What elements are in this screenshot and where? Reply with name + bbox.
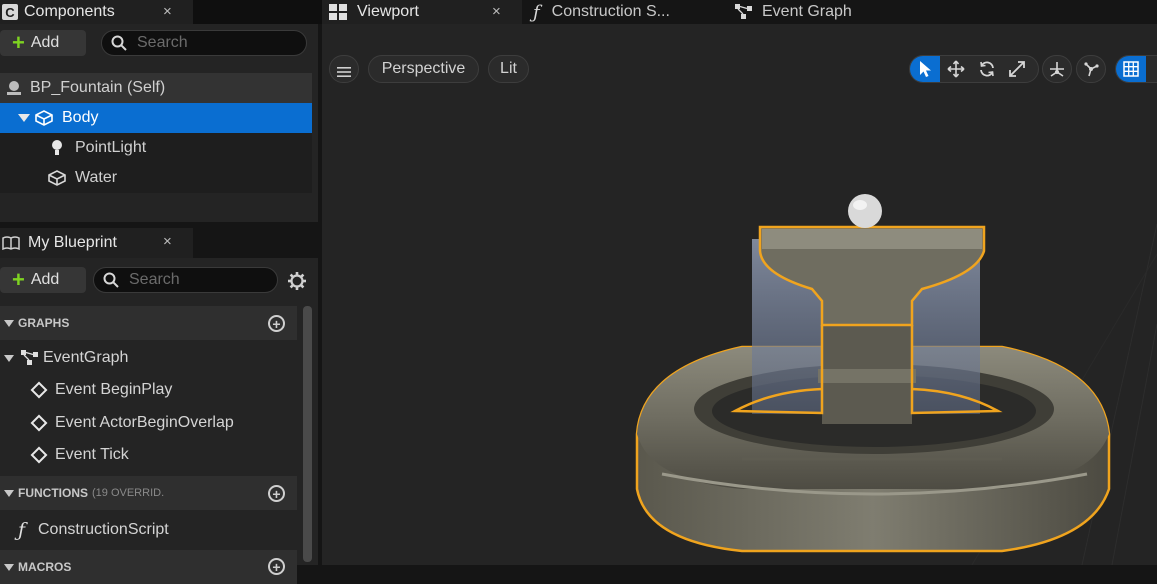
my-blueprint-tab-title: My Blueprint xyxy=(28,234,117,251)
event-label: Event BeginPlay xyxy=(55,381,173,398)
my-blueprint-tab-close-icon[interactable]: × xyxy=(163,233,172,250)
components-search-placeholder: Search xyxy=(137,34,188,51)
gear-icon[interactable] xyxy=(287,271,307,291)
function-icon: ƒ xyxy=(18,519,26,541)
components-tab-icon: C xyxy=(2,4,18,20)
event-diamond-icon xyxy=(30,446,48,464)
components-panel: + Add Search BP_Fountain (Self) Body Poi… xyxy=(0,24,318,222)
components-add-button[interactable]: + Add xyxy=(0,30,86,56)
graphs-section-header[interactable]: GRAPHS xyxy=(0,306,297,340)
book-icon xyxy=(2,236,20,251)
tab-construction-script[interactable]: ƒ Construction S... xyxy=(527,0,727,24)
add-function-icon[interactable]: + xyxy=(268,485,285,502)
blueprint-add-label: Add xyxy=(30,271,60,288)
blueprint-scrollbar[interactable] xyxy=(303,306,312,562)
translate-icon[interactable] xyxy=(941,56,971,82)
viewport-icon xyxy=(329,4,347,20)
tab-event-graph[interactable]: Event Graph xyxy=(727,0,927,24)
blueprint-search-input[interactable]: Search xyxy=(93,267,278,293)
lit-label: Lit xyxy=(500,60,517,77)
hamburger-menu-icon xyxy=(337,64,351,77)
event-label: Event Tick xyxy=(55,446,129,463)
add-graph-icon[interactable]: + xyxy=(268,315,285,332)
components-tab-close-icon[interactable]: × xyxy=(163,3,172,20)
surface-snap-toggle[interactable] xyxy=(1042,55,1072,83)
world-local-toggle[interactable] xyxy=(1076,55,1106,83)
components-tab[interactable]: C Components × xyxy=(0,0,193,24)
tab-viewport-label: Viewport xyxy=(357,3,419,20)
tree-item-label: Body xyxy=(62,109,99,126)
components-add-label: Add xyxy=(30,34,60,51)
collapse-arrow-icon xyxy=(4,489,14,497)
search-icon xyxy=(111,35,127,51)
tree-item-label: Water xyxy=(75,169,118,186)
expand-arrow-icon xyxy=(4,354,14,362)
transform-tools xyxy=(909,55,1039,83)
blueprint-tab-strip: My Blueprint × xyxy=(0,228,318,258)
macros-header-label: MACROS xyxy=(18,560,72,574)
event-graph-item[interactable]: EventGraph xyxy=(0,343,297,373)
blueprint-search-placeholder: Search xyxy=(129,271,180,288)
function-item[interactable]: ƒ ConstructionScript xyxy=(0,515,297,545)
collapse-arrow-icon xyxy=(4,319,14,327)
tab-viewport-close-icon[interactable]: × xyxy=(492,3,501,20)
tree-item-pointlight[interactable]: PointLight xyxy=(0,133,312,163)
graphs-header-label: GRAPHS xyxy=(18,316,70,330)
scale-icon[interactable] xyxy=(1002,56,1032,82)
add-plus-icon: + xyxy=(12,30,25,55)
add-macro-icon[interactable]: + xyxy=(268,558,285,575)
event-graph-icon xyxy=(21,350,39,366)
event-item[interactable]: Event Tick xyxy=(0,440,297,470)
perspective-button[interactable]: Perspective xyxy=(368,55,479,83)
viewport[interactable]: Perspective Lit xyxy=(322,24,1157,565)
lit-button[interactable]: Lit xyxy=(488,55,529,83)
my-blueprint-panel: + Add Search GRAPHS + EventGraph Event B… xyxy=(0,258,318,584)
event-graph-label: EventGraph xyxy=(43,349,129,366)
surface-snap-icon xyxy=(1043,56,1071,82)
components-search-input[interactable]: Search xyxy=(101,30,307,56)
point-light-icon xyxy=(50,139,64,157)
grid-snap-icon xyxy=(1116,56,1146,82)
event-item[interactable]: Event BeginPlay xyxy=(0,375,297,405)
function-label: ConstructionScript xyxy=(38,521,169,538)
tree-item-self[interactable]: BP_Fountain (Self) xyxy=(0,73,312,103)
tab-event-graph-label: Event Graph xyxy=(762,3,852,20)
functions-section-header[interactable]: FUNCTIONS (19 OVERRID. xyxy=(0,476,297,510)
fountain-mesh[interactable] xyxy=(622,189,1122,565)
function-icon: ƒ xyxy=(533,1,540,23)
tab-construction-script-label: Construction S... xyxy=(551,3,670,20)
tree-item-body[interactable]: Body xyxy=(0,103,312,133)
search-icon xyxy=(103,272,119,288)
editor-tab-strip: Viewport × ƒ Construction S... Event Gra… xyxy=(322,0,1157,24)
rotate-icon[interactable] xyxy=(972,56,1002,82)
blueprint-add-button[interactable]: + Add xyxy=(0,267,86,293)
functions-header-label: FUNCTIONS xyxy=(18,486,88,500)
components-tab-title: Components xyxy=(24,3,115,20)
viewport-options-button[interactable] xyxy=(329,55,359,83)
collapse-arrow-icon[interactable] xyxy=(18,114,30,122)
event-graph-icon xyxy=(735,4,753,20)
my-blueprint-tab[interactable]: My Blueprint × xyxy=(0,228,193,258)
tree-item-label: BP_Fountain (Self) xyxy=(30,79,166,96)
event-diamond-icon xyxy=(30,414,48,432)
grid-snap-toggle[interactable] xyxy=(1115,55,1157,83)
event-diamond-icon xyxy=(30,381,48,399)
functions-override-note: (19 OVERRID. xyxy=(92,487,165,499)
event-item[interactable]: Event ActorBeginOverlap xyxy=(0,408,297,438)
tree-item-water[interactable]: Water xyxy=(0,163,312,193)
world-local-icon xyxy=(1077,56,1105,82)
tree-item-label: PointLight xyxy=(75,139,147,156)
static-mesh-icon xyxy=(34,109,54,127)
event-label: Event ActorBeginOverlap xyxy=(55,414,234,431)
tab-viewport[interactable]: Viewport × xyxy=(322,0,522,24)
add-plus-icon: + xyxy=(12,267,25,292)
macros-section-header[interactable]: MACROS xyxy=(0,550,297,584)
select-icon[interactable] xyxy=(910,56,940,82)
actor-icon xyxy=(5,79,23,97)
perspective-label: Perspective xyxy=(381,60,466,77)
components-tab-strip: C Components × xyxy=(0,0,322,24)
static-mesh-icon xyxy=(47,169,67,187)
